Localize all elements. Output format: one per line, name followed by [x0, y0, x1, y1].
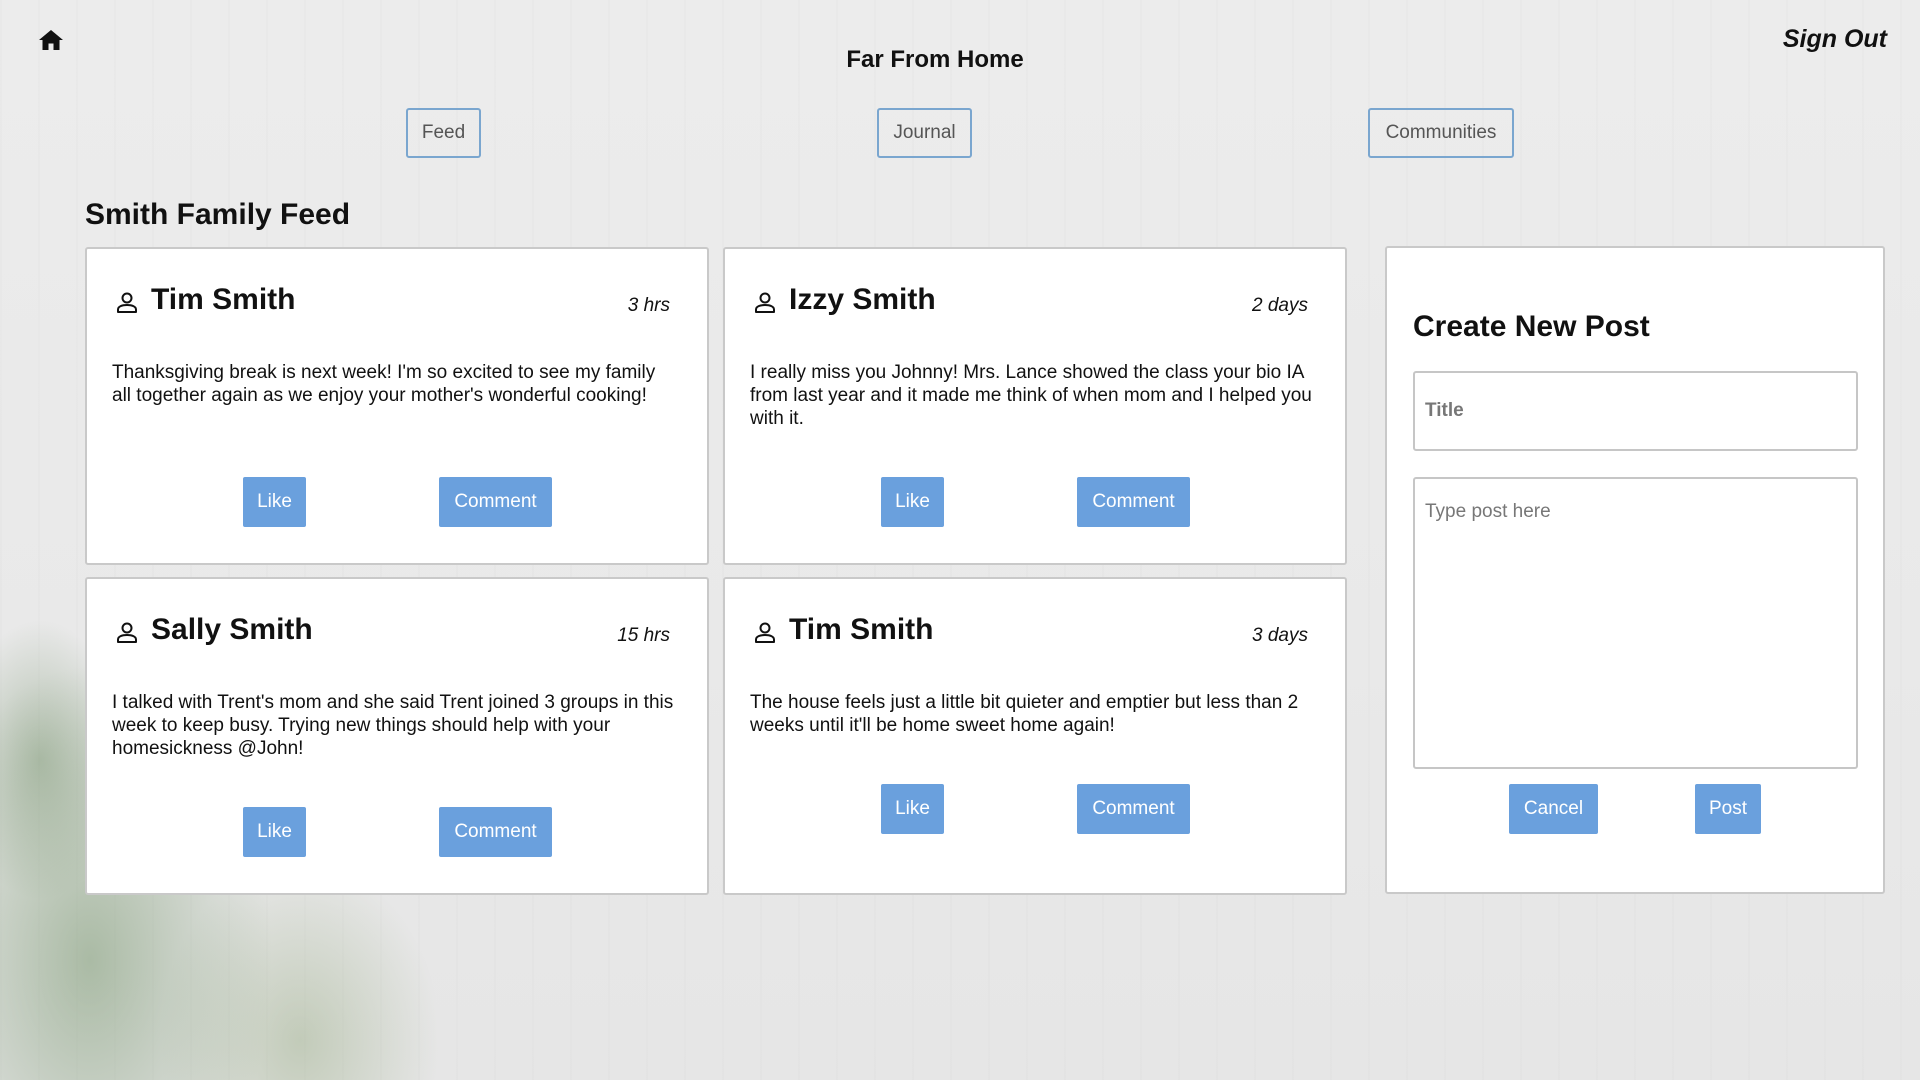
- sign-out-link[interactable]: Sign Out: [1783, 25, 1887, 54]
- user-icon: [117, 292, 137, 313]
- user-icon: [755, 622, 775, 643]
- post-card: Tim Smith 3 days The house feels just a …: [723, 577, 1347, 895]
- create-post-panel: Create New Post Cancel Post: [1385, 246, 1885, 894]
- comment-button[interactable]: Comment: [439, 807, 552, 857]
- post-author: Izzy Smith: [789, 283, 936, 316]
- create-post-title: Create New Post: [1413, 310, 1650, 343]
- post-time: 2 days: [1252, 295, 1308, 316]
- post-time: 3 days: [1252, 625, 1308, 646]
- post-body: Thanksgiving break is next week! I'm so …: [112, 362, 656, 406]
- post-author: Tim Smith: [151, 283, 296, 316]
- post-body: I really miss you Johnny! Mrs. Lance sho…: [750, 362, 1312, 429]
- app-title: Far From Home: [846, 46, 1024, 73]
- post-card: Sally Smith 15 hrs I talked with Trent's…: [85, 577, 709, 895]
- post-time: 15 hrs: [617, 625, 670, 646]
- post-card: Tim Smith 3 hrs Thanksgiving break is ne…: [85, 247, 709, 565]
- like-button[interactable]: Like: [881, 477, 944, 527]
- post-author: Tim Smith: [789, 613, 934, 646]
- post-body: The house feels just a little bit quiete…: [750, 692, 1299, 736]
- like-button[interactable]: Like: [243, 477, 306, 527]
- nav-journal-button[interactable]: Journal: [877, 108, 972, 158]
- like-button[interactable]: Like: [881, 784, 944, 834]
- nav-feed-button[interactable]: Feed: [406, 108, 481, 158]
- comment-button[interactable]: Comment: [1077, 477, 1190, 527]
- post-time: 3 hrs: [627, 295, 670, 316]
- post-title-input[interactable]: [1413, 371, 1858, 451]
- post-button[interactable]: Post: [1695, 784, 1761, 834]
- feed-title: Smith Family Feed: [85, 198, 351, 231]
- post-author: Sally Smith: [151, 613, 313, 646]
- comment-button[interactable]: Comment: [439, 477, 552, 527]
- post-body-textarea[interactable]: [1413, 477, 1858, 769]
- user-icon: [755, 292, 775, 313]
- user-icon: [117, 622, 137, 643]
- cancel-button[interactable]: Cancel: [1509, 784, 1598, 834]
- comment-button[interactable]: Comment: [1077, 784, 1190, 834]
- post-card: Izzy Smith 2 days I really miss you John…: [723, 247, 1347, 565]
- nav-communities-button[interactable]: Communities: [1368, 108, 1514, 158]
- post-body: I talked with Trent's mom and she said T…: [112, 692, 674, 759]
- like-button[interactable]: Like: [243, 807, 306, 857]
